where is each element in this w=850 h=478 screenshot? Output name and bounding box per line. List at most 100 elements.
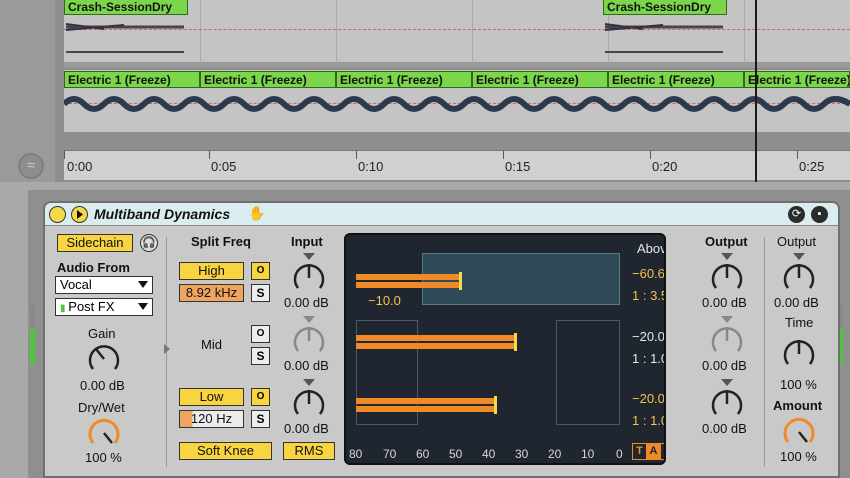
- waveform-crash-1: [65, 23, 184, 53]
- gain-label: Gain: [88, 326, 116, 341]
- dynamics-display[interactable]: Above −60.6 dB 1 : 3.56 −10.0 −20.0 dB 1…: [344, 233, 666, 465]
- low-ratio-value[interactable]: 1 : 1.00: [632, 413, 664, 428]
- high-band-power[interactable]: O: [251, 262, 270, 280]
- collapse-arrow-icon[interactable]: [163, 343, 171, 355]
- drywet-knob[interactable]: [87, 416, 121, 450]
- high-band-button[interactable]: High: [179, 262, 244, 280]
- amount-knob[interactable]: [782, 415, 816, 449]
- time-value: 100 %: [780, 377, 817, 392]
- scale-label: 60: [416, 447, 430, 461]
- scale-label: 0: [616, 447, 623, 461]
- time-ruler[interactable]: 0:00 0:05 0:10 0:15 0:20 0:25: [64, 150, 850, 180]
- ruler-label: 0:10: [358, 159, 384, 174]
- waveform-crash-2: [604, 23, 723, 53]
- audio-from-value: Vocal: [60, 277, 92, 292]
- low-band-solo[interactable]: S: [251, 410, 270, 428]
- low-band-meter: [356, 406, 496, 412]
- input-label: Input: [291, 234, 323, 249]
- top-toggle[interactable]: T: [632, 443, 647, 460]
- global-output-knob[interactable]: [782, 261, 816, 295]
- clip-electric-2[interactable]: Electric 1 (Freeze): [200, 71, 336, 88]
- soft-knee-button[interactable]: Soft Knee: [179, 442, 272, 460]
- ruler-label: 0:00: [67, 159, 93, 174]
- low-crossover-freq[interactable]: 120 Hz: [179, 410, 244, 428]
- clip-electric-5[interactable]: Electric 1 (Freeze): [608, 71, 744, 88]
- input-high-triangle: [303, 253, 315, 260]
- output-label: Output: [705, 234, 748, 249]
- gain-knob[interactable]: [87, 342, 121, 376]
- arrangement-left-bar: ≈: [0, 0, 55, 182]
- time-knob[interactable]: [782, 337, 816, 371]
- ruler-label: 0:05: [211, 159, 237, 174]
- output-mid-triangle: [721, 316, 733, 323]
- mid-band-label: Mid: [201, 337, 222, 352]
- track-lane-electric: Electric 1 (Freeze) Electric 1 (Freeze) …: [64, 70, 850, 132]
- rms-button[interactable]: RMS: [283, 442, 335, 460]
- low-threshold-value[interactable]: −20.0 dB: [632, 391, 664, 406]
- multiband-dynamics-device: Multiband Dynamics ✋ ⟳ ▪ Sidechain 🎧 Aud…: [43, 201, 840, 478]
- threshold-marker-label: −10.0: [368, 293, 401, 308]
- waveform-icon[interactable]: ≈: [18, 153, 44, 179]
- track-lane-crash: Crash-SessionDry Crash-SessionDry: [64, 0, 850, 68]
- hot-swap-icon[interactable]: ⟳: [788, 206, 805, 223]
- save-preset-icon[interactable]: ▪: [811, 206, 828, 223]
- clip-crash-1[interactable]: Crash-SessionDry: [64, 0, 188, 15]
- split-freq-label: Split Freq: [191, 234, 251, 249]
- clip-label: Crash-SessionDry: [68, 0, 173, 14]
- low-band-power[interactable]: O: [251, 388, 270, 406]
- clip-label: Electric 1 (Freeze): [204, 73, 307, 87]
- mid-band-solo[interactable]: S: [251, 347, 270, 365]
- headphones-icon[interactable]: 🎧: [140, 234, 158, 252]
- low-band-button[interactable]: Low: [179, 388, 244, 406]
- scale-label: 10: [581, 447, 595, 461]
- mid-ratio-value[interactable]: 1 : 1.00: [632, 351, 664, 366]
- input-low-value: 0.00 dB: [284, 421, 329, 436]
- input-mid-triangle: [303, 316, 315, 323]
- above-label: Above: [637, 241, 666, 256]
- clip-electric-3[interactable]: Electric 1 (Freeze): [336, 71, 472, 88]
- device-activator-button[interactable]: [49, 206, 66, 223]
- ruler-label: 0:25: [799, 159, 825, 174]
- drywet-value: 100 %: [85, 450, 122, 465]
- gain-value: 0.00 dB: [80, 378, 125, 393]
- high-crossover-freq[interactable]: 8.92 kHz: [179, 284, 244, 302]
- mid-threshold-value[interactable]: −20.0 dB: [632, 329, 664, 344]
- scale-label: 20: [548, 447, 562, 461]
- high-ratio-value[interactable]: 1 : 3.56: [632, 288, 664, 303]
- device-title-bar[interactable]: Multiband Dynamics ✋ ⟳ ▪: [45, 203, 838, 226]
- clip-electric-1[interactable]: Electric 1 (Freeze): [64, 71, 200, 88]
- tap-point-value: Post FX: [68, 299, 115, 314]
- low-band-meter: [356, 398, 496, 404]
- clip-electric-6[interactable]: Electric 1 (Freeze): [744, 71, 850, 88]
- expand-button[interactable]: [71, 206, 88, 223]
- waveform-electric: [64, 96, 850, 112]
- input-high-value: 0.00 dB: [284, 295, 329, 310]
- clip-label: Electric 1 (Freeze): [748, 73, 850, 87]
- clip-label: Electric 1 (Freeze): [476, 73, 579, 87]
- input-mid-value: 0.00 dB: [284, 358, 329, 373]
- mid-band-peak: [514, 333, 517, 351]
- output-high-value: 0.00 dB: [702, 295, 747, 310]
- clip-crash-2[interactable]: Crash-SessionDry: [603, 0, 727, 15]
- high-threshold-value[interactable]: −60.6 dB: [632, 266, 664, 281]
- hand-icon[interactable]: ✋: [248, 205, 265, 222]
- high-band-meter: [356, 274, 461, 280]
- output-mid-knob[interactable]: [710, 324, 744, 358]
- output-high-knob[interactable]: [710, 261, 744, 295]
- high-band-solo[interactable]: S: [251, 284, 270, 302]
- mid-band-meter: [356, 343, 516, 349]
- audio-from-select[interactable]: Vocal: [55, 276, 153, 294]
- ruler-label: 0:20: [652, 159, 678, 174]
- sidechain-button[interactable]: Sidechain: [57, 234, 133, 252]
- arrangement-view: Crash-SessionDry Crash-SessionDry Electr…: [55, 0, 850, 182]
- mid-band-power[interactable]: O: [251, 325, 270, 343]
- input-mid-knob[interactable]: [292, 324, 326, 358]
- input-high-knob[interactable]: [292, 261, 326, 295]
- above-toggle[interactable]: A: [646, 443, 661, 460]
- clip-electric-4[interactable]: Electric 1 (Freeze): [472, 71, 608, 88]
- tap-point-select[interactable]: ▮ Post FX: [55, 298, 153, 316]
- output-low-knob[interactable]: [710, 387, 744, 421]
- clip-label: Electric 1 (Freeze): [340, 73, 443, 87]
- input-low-knob[interactable]: [292, 387, 326, 421]
- playhead[interactable]: [755, 0, 757, 182]
